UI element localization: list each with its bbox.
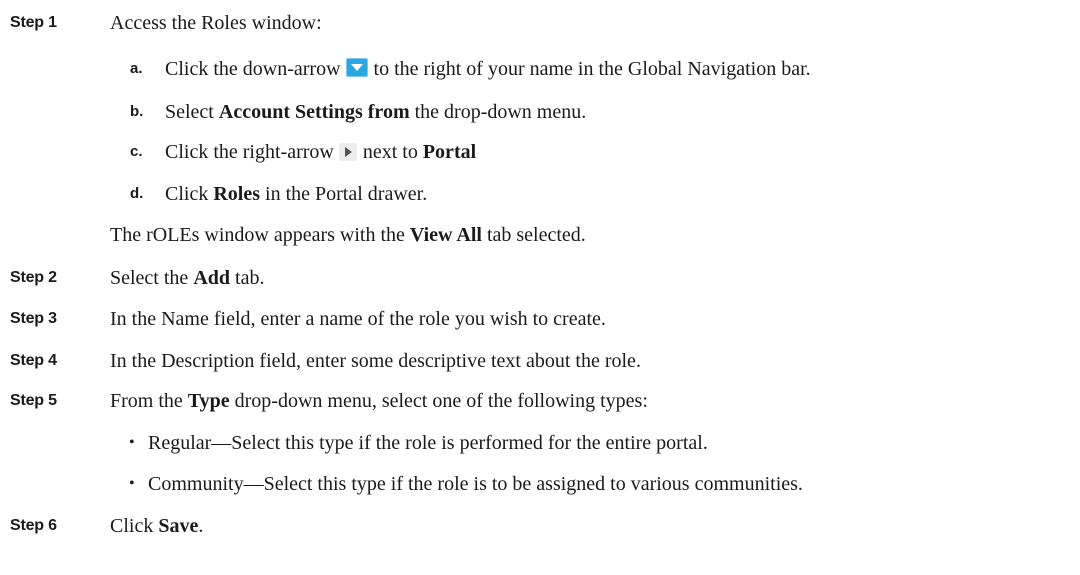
ui-term: Portal <box>422 141 477 163</box>
ui-term: Roles <box>213 183 261 205</box>
bullet-icon: • <box>129 434 135 451</box>
step-label: Step 6 <box>10 517 57 534</box>
ui-term: Account Settings from <box>218 101 410 123</box>
step-text: Access the Roles window: <box>110 12 322 34</box>
step-label: Step 2 <box>10 269 57 286</box>
result-text: The rOLEs window appears with the View A… <box>110 224 586 246</box>
bullet-icon: • <box>129 475 135 492</box>
right-arrow-icon <box>338 143 357 161</box>
step-label: Step 4 <box>10 352 57 369</box>
substep-letter: b. <box>130 103 144 120</box>
substep-letter: c. <box>130 143 143 160</box>
step-text: In the Name field, enter a name of the r… <box>110 308 606 330</box>
ui-term: Save <box>158 515 199 537</box>
bullet-text: Regular—Select this type if the role is … <box>148 432 708 454</box>
substep-letter: a. <box>130 60 143 77</box>
step-text: In the Description field, enter some des… <box>110 350 641 372</box>
ui-term: Add <box>193 267 231 289</box>
ui-term: View All <box>409 224 482 246</box>
step-label: Step 1 <box>10 14 57 31</box>
step-text: Select the Add tab. <box>110 267 265 289</box>
ui-term: Type <box>187 390 230 412</box>
substep-text: Click the right-arrow next to Portal <box>165 141 477 163</box>
substep-text: Select Account Settings from the drop-do… <box>165 101 587 123</box>
step-text: Click Save. <box>110 515 204 537</box>
bullet-text: Community—Select this type if the role i… <box>148 473 803 495</box>
step-label: Step 3 <box>10 310 57 327</box>
substep-text: Click the down-arrow to the right of your… <box>165 58 811 80</box>
step-label: Step 5 <box>10 392 57 409</box>
down-arrow-icon <box>345 58 368 77</box>
substep-letter: d. <box>130 185 144 202</box>
step-text: From the Type drop-down menu, select one… <box>110 390 648 412</box>
substep-text: Click Roles in the Portal drawer. <box>165 183 428 205</box>
